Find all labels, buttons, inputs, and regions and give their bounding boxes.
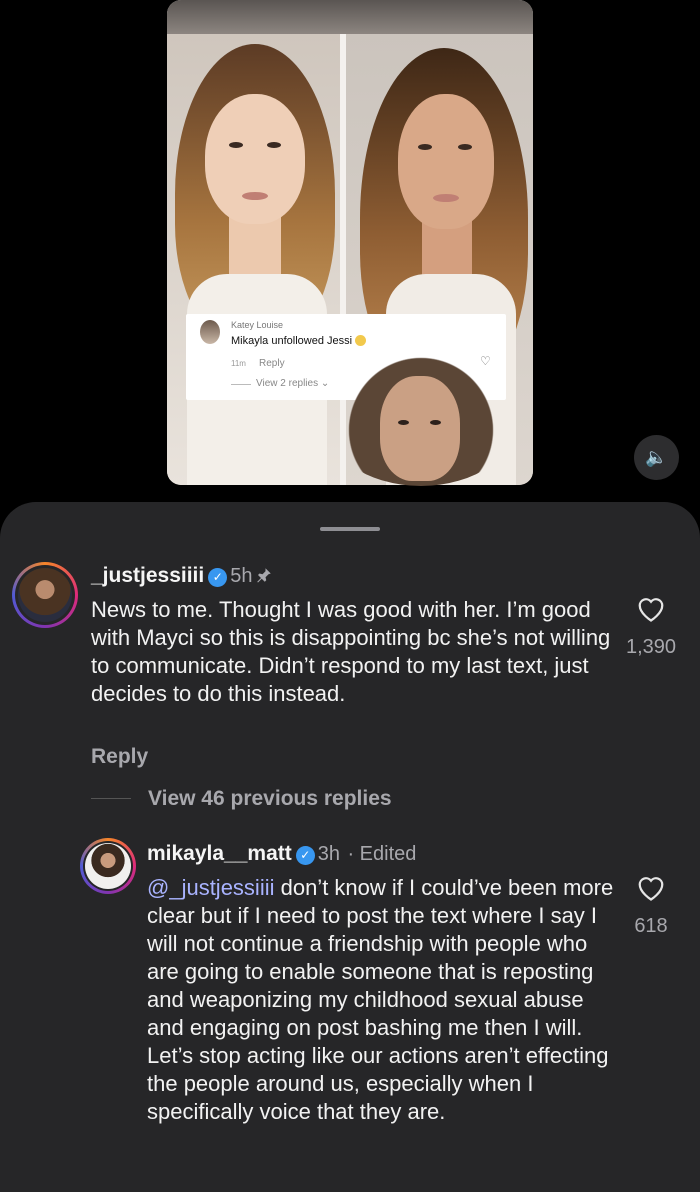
- overlay-reply: Reply: [259, 358, 285, 369]
- comment-time: 5h: [230, 565, 253, 587]
- like-count: 618: [634, 915, 668, 937]
- reply-time: 3h: [317, 843, 341, 865]
- avatar[interactable]: [12, 562, 78, 628]
- overlay-time: 11m: [231, 359, 246, 368]
- reply-text: @_justjessiiii don’t know if I could’ve …: [147, 875, 614, 1124]
- video-creator-face: [322, 346, 520, 486]
- view-previous-replies[interactable]: View 46 previous replies: [148, 787, 392, 811]
- replies-divider-line: [91, 798, 131, 799]
- overlay-replies-line: [231, 384, 251, 385]
- overlay-avatar: [200, 320, 220, 344]
- video-photo-left: [167, 34, 340, 485]
- mention-link[interactable]: @_justjessiiii: [147, 875, 274, 900]
- pin-icon: [257, 568, 272, 583]
- comment-username[interactable]: _justjessiiii: [91, 564, 204, 587]
- pleading-face-icon: [355, 335, 367, 346]
- verified-badge-icon: ✓: [295, 846, 315, 865]
- reply-header: mikayla__matt ✓ 3h · Edited: [147, 842, 416, 866]
- comment-text: News to me. Thought I was good with her.…: [91, 597, 611, 706]
- reply-button[interactable]: Reply: [91, 745, 148, 769]
- like-count: 1,390: [625, 636, 677, 658]
- overlay-view-replies: View 2 replies ⌄: [256, 378, 330, 389]
- verified-badge-icon: ✓: [208, 568, 228, 587]
- avatar[interactable]: [80, 838, 136, 894]
- comments-sheet: _justjessiiii ✓ 5h News to me. Thought I w…: [0, 502, 700, 1192]
- reply-username[interactable]: mikayla__matt: [147, 842, 292, 865]
- heart-icon[interactable]: [636, 594, 666, 622]
- comment-header: _justjessiiii ✓ 5h: [91, 564, 273, 588]
- video-top-band: [167, 0, 533, 34]
- heart-icon[interactable]: [636, 873, 666, 901]
- speaker-icon[interactable]: 🔈: [634, 435, 679, 480]
- edited-label: · Edited: [347, 843, 417, 865]
- overlay-author: Katey Louise: [231, 320, 284, 330]
- sheet-drag-handle[interactable]: [320, 527, 380, 531]
